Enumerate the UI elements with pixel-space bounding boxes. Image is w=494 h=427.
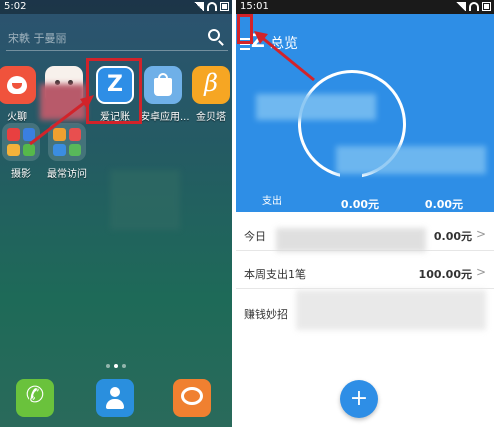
app-label: 金贝塔 bbox=[196, 112, 226, 123]
chevron-right-icon: > bbox=[475, 227, 486, 241]
battery-icon bbox=[220, 2, 229, 11]
stat-balance[interactable]: 0.00元 bbox=[404, 192, 484, 212]
row-value: 100.00元 bbox=[418, 268, 472, 281]
blur-patch bbox=[256, 94, 376, 120]
page-dot bbox=[122, 364, 126, 368]
contacts-icon[interactable] bbox=[96, 379, 134, 417]
add-record-button[interactable]: + bbox=[340, 380, 378, 418]
status-icons bbox=[456, 2, 491, 11]
chevron-right-icon: > bbox=[475, 265, 486, 279]
page-dot-active bbox=[114, 364, 118, 368]
blur-patch bbox=[110, 170, 180, 230]
status-bar: 5:02 bbox=[0, 0, 232, 14]
stat-income[interactable]: 0.00元 bbox=[320, 192, 400, 212]
home-screen: 5:02 宋軼 于曼丽 火聊 Z 爱记账 安卓应用... β 金贝塔 摄影 最常… bbox=[0, 0, 232, 427]
status-icons bbox=[194, 2, 229, 11]
row-label: 今日 bbox=[244, 230, 266, 243]
phone-icon[interactable] bbox=[16, 379, 54, 417]
folder-label: 摄影 bbox=[11, 169, 31, 180]
wifi-icon bbox=[207, 2, 217, 11]
stat-value: 0.00元 bbox=[424, 198, 464, 211]
signal-icon bbox=[456, 2, 466, 11]
wifi-icon bbox=[469, 2, 479, 11]
search-icon[interactable] bbox=[208, 29, 220, 41]
row-label: 本周支出1笔 bbox=[244, 268, 306, 281]
signal-icon bbox=[194, 2, 204, 11]
jinbeita-glyph: β bbox=[204, 69, 218, 97]
status-time: 15:01 bbox=[240, 1, 269, 12]
app-jinbeita[interactable]: β 金贝塔 bbox=[188, 66, 232, 123]
page-indicator[interactable] bbox=[106, 364, 126, 368]
search-placeholder: 宋軼 于曼丽 bbox=[8, 32, 67, 45]
blur-patch bbox=[296, 290, 486, 330]
search-bar[interactable]: 宋軼 于曼丽 bbox=[6, 26, 228, 51]
row-label: 赚钱妙招 bbox=[244, 308, 288, 321]
blur-patch bbox=[276, 228, 426, 252]
row-value: 0.00元 bbox=[433, 230, 472, 243]
arrow-icon bbox=[29, 95, 94, 146]
status-bar: 15:01 bbox=[236, 0, 494, 14]
arrow-icon bbox=[254, 31, 315, 82]
android-market-icon bbox=[144, 66, 182, 104]
messages-icon[interactable] bbox=[173, 379, 211, 417]
app-screen: 15:01 Z 总览 支出 100.00元 0.00元 0.00元 今日 0.0… bbox=[236, 0, 494, 427]
blur-patch bbox=[336, 146, 486, 174]
page-dot bbox=[106, 364, 110, 368]
app-label: 安卓应用... bbox=[140, 112, 190, 123]
stat-label: 支出 bbox=[262, 196, 282, 207]
folder-label: 最常访问 bbox=[47, 169, 87, 180]
status-time: 5:02 bbox=[4, 1, 27, 12]
stat-value: 0.00元 bbox=[340, 198, 380, 211]
battery-icon bbox=[482, 2, 491, 11]
jinbeita-icon: β bbox=[192, 66, 230, 104]
app-android-market[interactable]: 安卓应用... bbox=[140, 66, 190, 123]
row-this-week[interactable]: 本周支出1笔 100.00元 > bbox=[236, 256, 494, 289]
